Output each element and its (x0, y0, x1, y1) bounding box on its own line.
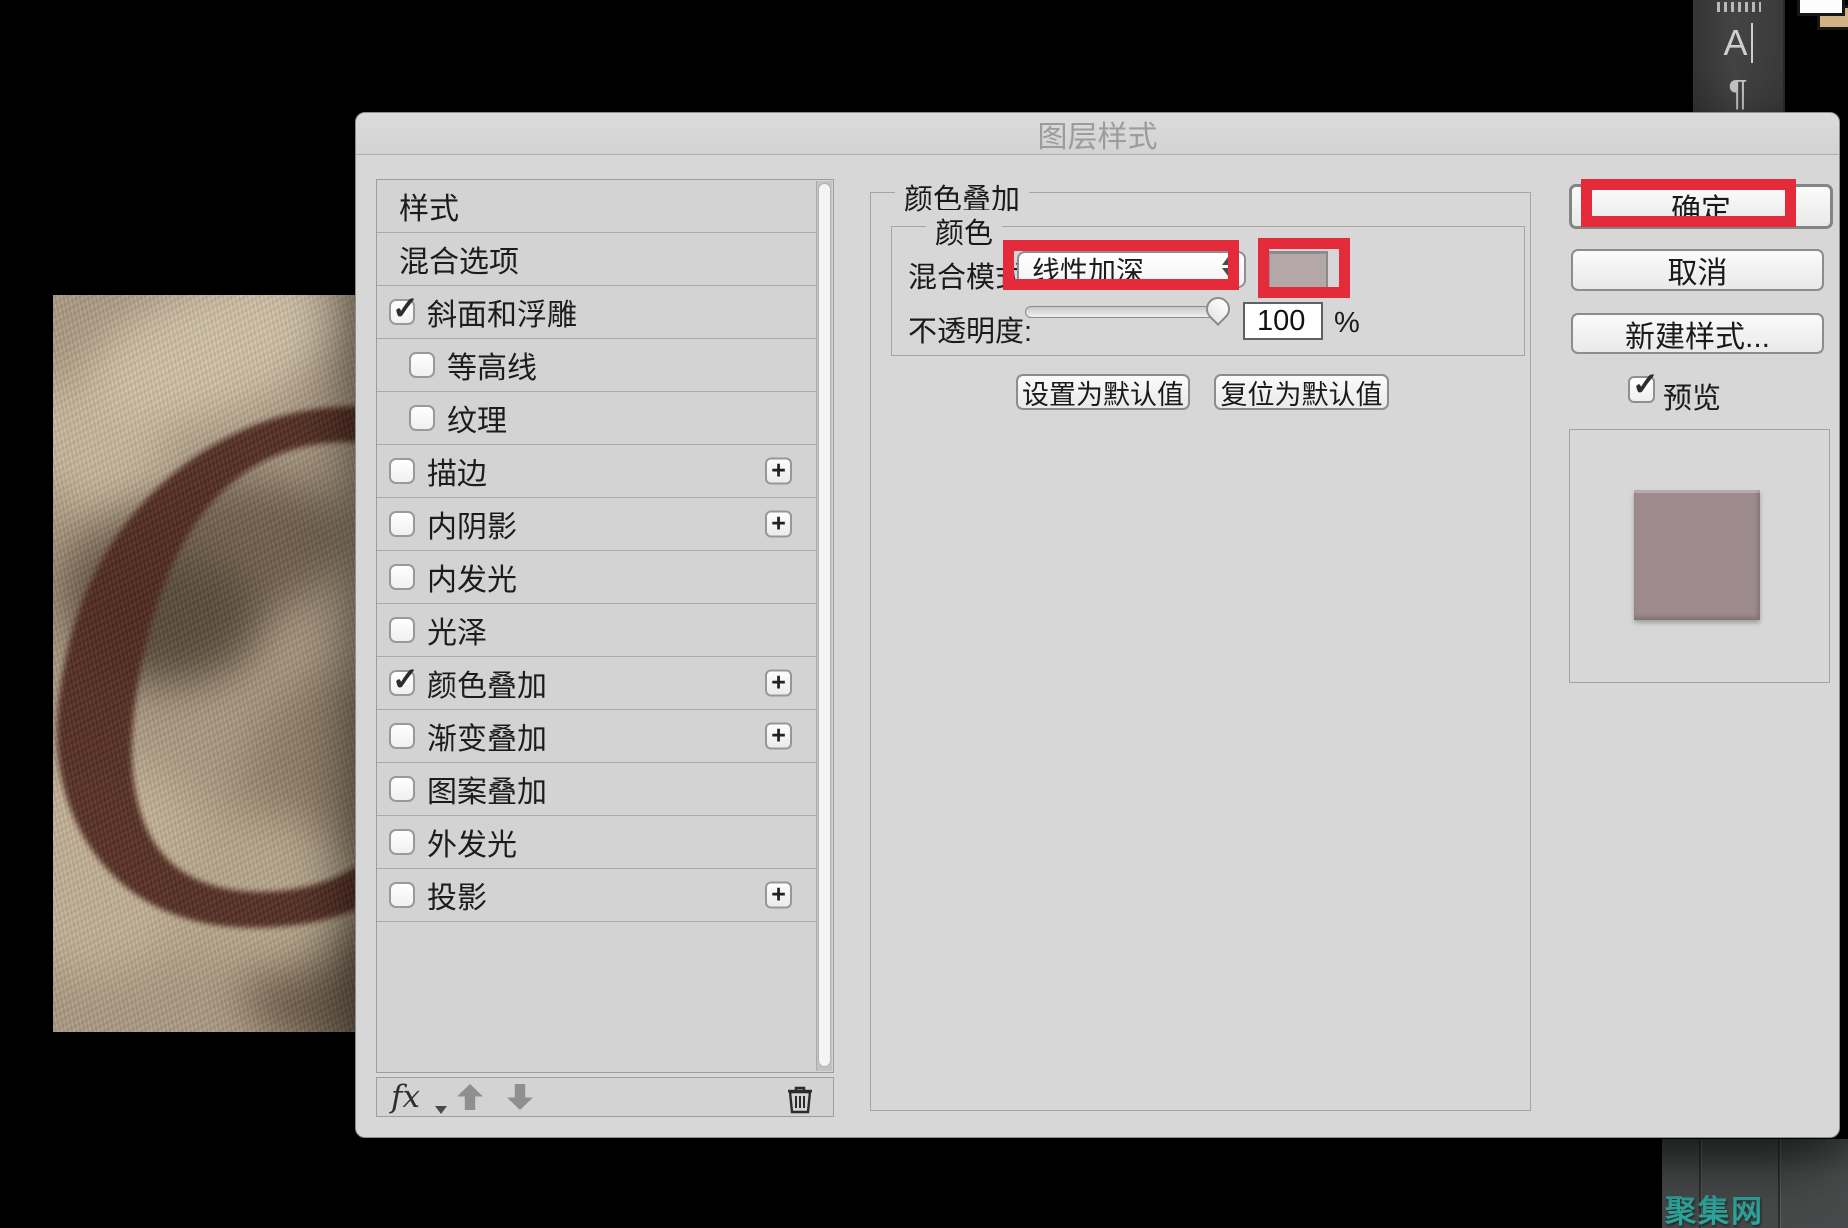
photoshop-workspace: C A ¶ 聚集网 图层样式 样式 混合选项 ✓ 斜面和浮雕 等高线 (0, 0, 1848, 1228)
new-style-button[interactable]: 新建样式... (1571, 313, 1824, 354)
style-list-item-label: 混合选项 (399, 237, 519, 281)
select-arrows-icon (1222, 257, 1234, 276)
style-list-item[interactable]: ✓ 斜面和浮雕 (377, 286, 816, 339)
layer-style-dialog: 图层样式 样式 混合选项 ✓ 斜面和浮雕 等高线 纹理 描边 + 内阴影 + 内… (355, 112, 1840, 1138)
style-checkbox[interactable] (389, 882, 415, 908)
dialog-title: 图层样式 (1038, 112, 1158, 156)
style-list-item[interactable]: 光泽 (377, 604, 816, 657)
add-effect-button[interactable]: + (765, 882, 792, 909)
scrollbar-thumb[interactable] (818, 183, 831, 1067)
style-checkbox[interactable] (389, 617, 415, 643)
document-canvas[interactable]: C (53, 295, 355, 1032)
style-list-item[interactable]: ✓ 颜色叠加 + (377, 657, 816, 710)
reset-default-button[interactable]: 复位为默认值 (1214, 374, 1389, 410)
style-checkbox[interactable] (409, 405, 435, 431)
watermark: 聚集网 (1665, 1186, 1764, 1228)
ok-button[interactable]: 确定 (1569, 184, 1833, 229)
move-down-icon[interactable] (507, 1084, 533, 1110)
type-tool-icon[interactable]: A (1693, 22, 1783, 64)
right-tool-strip: A ¶ (1693, 0, 1785, 114)
style-list-item[interactable]: 等高线 (377, 339, 816, 392)
style-list-item-label: 投影 (427, 873, 487, 917)
style-list-item[interactable]: 外发光 (377, 816, 816, 869)
style-list-item-label: 内阴影 (427, 502, 517, 546)
add-effect-button[interactable]: + (765, 458, 792, 485)
style-list-item-label: 光泽 (427, 608, 487, 652)
style-list-item-label: 描边 (427, 449, 487, 493)
style-checkbox[interactable] (389, 829, 415, 855)
dialog-titlebar[interactable]: 图层样式 (356, 113, 1839, 155)
move-up-icon[interactable] (457, 1084, 483, 1110)
set-default-button[interactable]: 设置为默认值 (1016, 374, 1190, 410)
check-icon: ✓ (392, 289, 419, 327)
style-list-item-label: 颜色叠加 (427, 661, 547, 705)
check-icon: ✓ (392, 660, 419, 698)
style-checkbox[interactable] (389, 776, 415, 802)
style-checkbox[interactable] (389, 511, 415, 537)
styles-scrollbar[interactable] (816, 181, 832, 1071)
style-checkbox[interactable]: ✓ (389, 670, 415, 696)
opacity-label: 不透明度: (908, 308, 1032, 350)
style-list-item[interactable]: 投影 + (377, 869, 816, 922)
check-icon: ✓ (1632, 365, 1659, 403)
styles-list: 样式 混合选项 ✓ 斜面和浮雕 等高线 纹理 描边 + 内阴影 + 内发光 光泽… (376, 179, 834, 1073)
style-list-item[interactable]: 内阴影 + (377, 498, 816, 551)
blend-mode-label: 混合模式: (908, 254, 1032, 296)
style-checkbox[interactable] (389, 564, 415, 590)
opacity-unit: % (1334, 307, 1360, 340)
paragraph-panel-icon[interactable]: ¶ (1693, 72, 1783, 114)
fx-caret-icon (435, 1106, 447, 1114)
style-list-item[interactable]: 样式 (377, 180, 816, 233)
styles-toolbar: fx (376, 1077, 834, 1117)
style-list-item[interactable]: 纹理 (377, 392, 816, 445)
style-checkbox[interactable]: ✓ (389, 299, 415, 325)
style-list-item-label: 斜面和浮雕 (427, 290, 577, 334)
style-list-item-label: 渐变叠加 (427, 714, 547, 758)
style-list-item[interactable]: 混合选项 (377, 233, 816, 286)
delete-effect-icon[interactable] (785, 1083, 815, 1115)
opacity-slider-track[interactable] (1025, 306, 1227, 318)
foreground-color-swatch[interactable] (1797, 0, 1845, 16)
style-checkbox[interactable] (409, 352, 435, 378)
panel-divider (1778, 1139, 1780, 1228)
blend-mode-value: 线性加深 (1032, 250, 1144, 290)
color-group-title: 颜色 (926, 210, 1002, 252)
style-checkbox[interactable] (389, 723, 415, 749)
add-effect-button[interactable]: + (765, 723, 792, 750)
style-list-item-label: 等高线 (447, 343, 537, 387)
style-list-item-label: 内发光 (427, 555, 517, 599)
preview-label: 预览 (1663, 375, 1721, 417)
style-list-item-label: 外发光 (427, 820, 517, 864)
style-list-item-label: 纹理 (447, 396, 507, 440)
style-list-item[interactable]: 图案叠加 (377, 763, 816, 816)
cancel-button[interactable]: 取消 (1571, 249, 1824, 291)
style-list-item-label: 图案叠加 (427, 767, 547, 811)
blend-mode-select[interactable]: 线性加深 (1017, 251, 1246, 288)
style-list-item[interactable]: 渐变叠加 + (377, 710, 816, 763)
preview-color-square (1634, 490, 1760, 620)
overlay-color-swatch[interactable] (1267, 251, 1328, 289)
preview-well (1569, 429, 1830, 683)
style-list-item-label: 样式 (399, 184, 459, 228)
dashed-line-icon (1717, 2, 1761, 12)
add-effect-button[interactable]: + (765, 511, 792, 538)
fx-menu-button[interactable]: fx (391, 1079, 420, 1115)
opacity-input[interactable] (1243, 302, 1323, 340)
preview-checkbox[interactable]: ✓ (1628, 376, 1655, 403)
add-effect-button[interactable]: + (765, 670, 792, 697)
style-list-item[interactable]: 内发光 (377, 551, 816, 604)
fur-overlay (53, 295, 355, 1032)
style-checkbox[interactable] (389, 458, 415, 484)
style-list-item[interactable]: 描边 + (377, 445, 816, 498)
